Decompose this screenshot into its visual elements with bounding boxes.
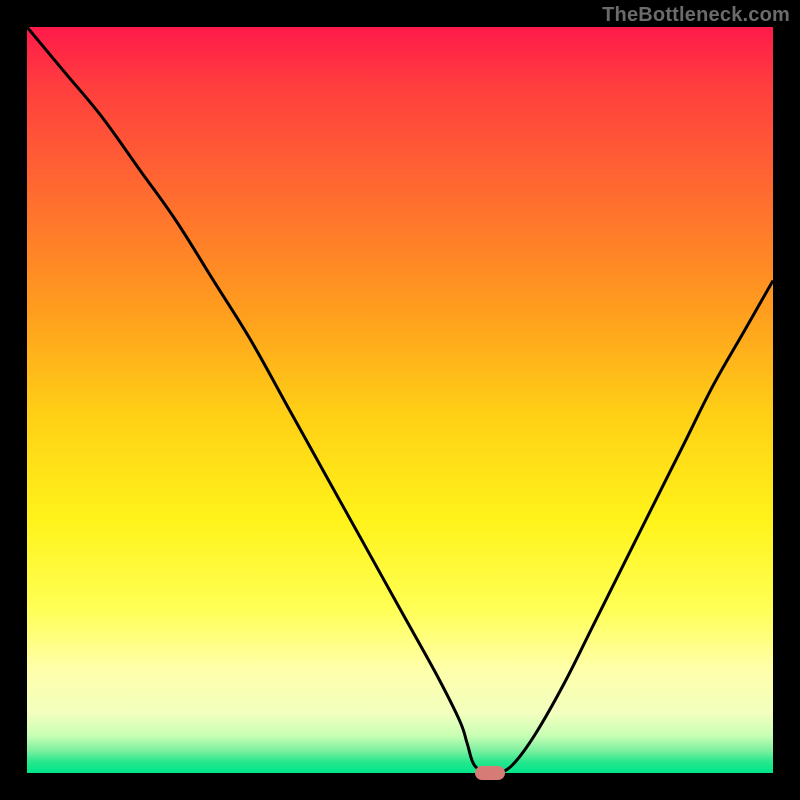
bottleneck-curve (27, 27, 773, 773)
optimal-marker (475, 766, 505, 780)
watermark-text: TheBottleneck.com (602, 4, 790, 27)
chart-frame: TheBottleneck.com (0, 0, 800, 800)
curve-svg (27, 27, 773, 773)
plot-area (27, 27, 773, 773)
